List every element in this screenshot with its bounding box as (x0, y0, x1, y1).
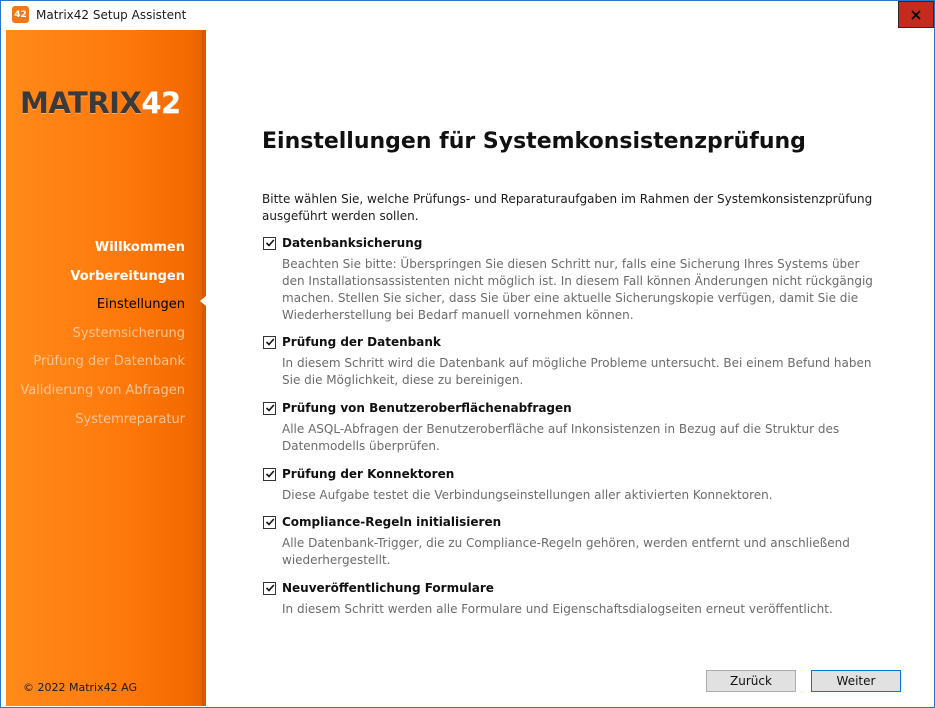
logo-text: MATRIX (20, 86, 142, 120)
step-einstellungen: Einstellungen (96, 297, 185, 313)
option-description: Alle Datenbank-Trigger, die zu Complianc… (282, 536, 850, 567)
step-vorbereitungen: Vorbereitungen (70, 268, 185, 284)
option-header: Prüfung der Datenbank (263, 333, 883, 351)
option-header: Prüfung von Benutzeroberflächenabfragen (263, 399, 883, 417)
back-button[interactable]: Zurück (706, 670, 796, 692)
compliance-regeln-checkbox[interactable] (263, 515, 276, 529)
option-datenbanksicherung: Datenbanksicherung Beachten Sie bitte: Ü… (263, 234, 883, 324)
step-pruefung-datenbank: Prüfung der Datenbank (33, 354, 185, 370)
option-header: Prüfung der Konnektoren (263, 465, 883, 483)
title-bar: 42 Matrix42 Setup Assistent (1, 1, 934, 30)
step-systemsicherung: Systemsicherung (72, 325, 185, 341)
checkmark-icon (265, 518, 274, 526)
option-description: In diesem Schritt wird die Datenbank auf… (282, 356, 872, 387)
option-description: Diese Aufgabe testet die Verbindungseins… (282, 488, 773, 502)
option-label[interactable]: Neuveröffentlichung Formulare (282, 581, 494, 595)
close-button[interactable] (898, 1, 934, 28)
step-willkommen: Willkommen (94, 240, 185, 255)
setup-window: 42 Matrix42 Setup Assistent MATRIX42 Wil… (0, 0, 935, 708)
option-description: Beachten Sie bitte: Überspringen Sie die… (282, 257, 873, 322)
logo-number: 42 (141, 86, 181, 120)
matrix42-app-icon: 42 (12, 6, 29, 23)
step-systemreparatur: Systemreparatur (75, 411, 185, 427)
option-header: Datenbanksicherung (263, 234, 883, 252)
checkmark-icon (265, 470, 274, 478)
option-label[interactable]: Prüfung der Datenbank (282, 335, 441, 349)
step-navigation: Willkommen Vorbereitungen Einstellungen … (20, 234, 185, 434)
option-label[interactable]: Prüfung der Konnektoren (282, 467, 454, 481)
option-compliance-regeln: Compliance-Regeln initialisieren Alle Da… (263, 513, 883, 569)
option-description: Alle ASQL-Abfragen der Benutzeroberfläch… (282, 422, 840, 453)
intro-text: Bitte wählen Sie, welche Prüfungs- und R… (262, 192, 873, 223)
option-pruefung-datenbank: Prüfung der Datenbank In diesem Schritt … (263, 333, 883, 389)
checkmark-icon (265, 404, 274, 412)
pruefung-datenbank-checkbox[interactable] (263, 335, 276, 349)
option-description: In diesem Schritt werden alle Formulare … (282, 602, 833, 616)
option-pruefung-benutzeroberflaechenabfragen: Prüfung von Benutzeroberflächenabfragen … (263, 399, 883, 455)
checkmark-icon (265, 584, 274, 592)
option-label[interactable]: Compliance-Regeln initialisieren (282, 515, 501, 529)
datenbanksicherung-checkbox[interactable] (263, 236, 276, 250)
close-icon (911, 9, 921, 20)
pruefung-abfragen-checkbox[interactable] (263, 401, 276, 415)
step-validierung-abfragen: Validierung von Abfragen (20, 382, 185, 398)
next-button[interactable]: Weiter (811, 670, 901, 692)
option-header: Neuveröffentlichung Formulare (263, 579, 883, 597)
option-label[interactable]: Datenbanksicherung (282, 236, 422, 250)
checkmark-icon (265, 239, 274, 247)
page-title: Einstellungen für Systemkonsistenzprüfun… (262, 129, 806, 154)
option-pruefung-konnektoren: Prüfung der Konnektoren Diese Aufgabe te… (263, 465, 883, 504)
main-content: Einstellungen für Systemkonsistenzprüfun… (206, 30, 934, 706)
option-neuveroeffentlichung-formulare: Neuveröffentlichung Formulare In diesem … (263, 579, 883, 618)
pruefung-konnektoren-checkbox[interactable] (263, 467, 276, 481)
window-title: Matrix42 Setup Assistent (36, 8, 187, 22)
option-header: Compliance-Regeln initialisieren (263, 513, 883, 531)
copyright-text: © 2022 Matrix42 AG (23, 681, 137, 694)
checkmark-icon (265, 338, 274, 346)
option-label[interactable]: Prüfung von Benutzeroberflächenabfragen (282, 401, 572, 415)
matrix42-logo: MATRIX42 (20, 86, 181, 120)
sidebar: MATRIX42 Willkommen Vorbereitungen Einst… (6, 30, 210, 706)
neuveroeffentlichung-checkbox[interactable] (263, 581, 276, 595)
